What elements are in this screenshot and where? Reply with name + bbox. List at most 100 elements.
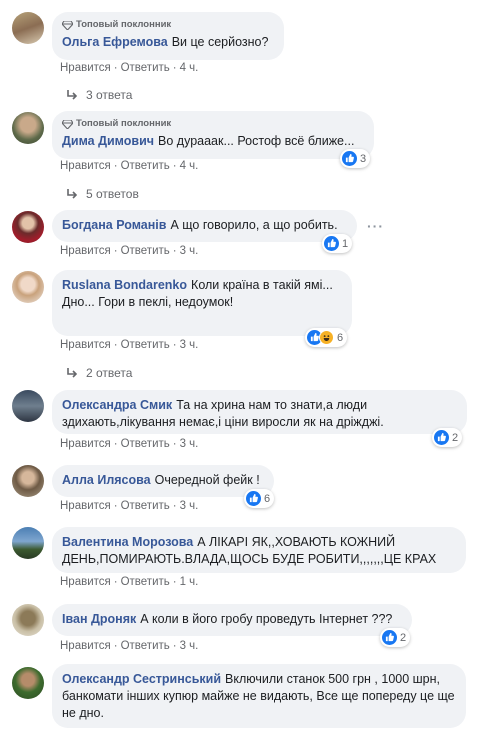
like-link[interactable]: Нравится <box>60 160 111 172</box>
like-icon <box>342 151 357 166</box>
separator: · <box>172 500 177 512</box>
comment-author[interactable]: Іван Дроняк <box>62 612 136 626</box>
like-link[interactable]: Нравится <box>60 438 111 450</box>
reply-link[interactable]: Ответить <box>121 62 170 74</box>
comment-actions: Нравится · Ответить · 3 ч. <box>60 500 198 512</box>
separator: · <box>172 245 177 257</box>
reaction-count[interactable]: 3 <box>340 149 371 168</box>
separator: · <box>113 160 118 172</box>
like-link[interactable]: Нравится <box>60 576 111 588</box>
comment-actions: Нравится · Ответить · 3 ч. <box>60 339 198 351</box>
avatar[interactable] <box>12 667 44 699</box>
reaction-count[interactable]: 2 <box>380 628 411 647</box>
comment-author[interactable]: Валентина Морозова <box>62 535 193 549</box>
like-icon <box>324 236 339 251</box>
reaction-number: 2 <box>452 431 459 444</box>
reaction-count[interactable]: 6 <box>305 328 348 347</box>
like-link[interactable]: Нравится <box>60 640 111 652</box>
avatar[interactable] <box>12 390 44 422</box>
reaction-count[interactable]: 2 <box>432 428 463 447</box>
comment-actions: Нравится · Ответить · 4 ч. <box>60 62 198 74</box>
view-replies-link[interactable]: 3 ответа <box>66 88 132 102</box>
comment-bubble: Топовый поклонник Ольга Ефремова Ви це се… <box>52 12 284 60</box>
comment-time[interactable]: 4 ч. <box>180 62 199 74</box>
like-link[interactable]: Нравится <box>60 339 111 351</box>
reply-link[interactable]: Ответить <box>121 576 170 588</box>
separator: · <box>172 640 177 652</box>
comment-author[interactable]: Алла Илясова <box>62 473 151 487</box>
comment-bubble: Топовый поклонник Дима Димович Во дурааак… <box>52 111 374 159</box>
reaction-number: 6 <box>264 492 271 505</box>
comment-actions: Нравится · Ответить · 3 ч. <box>60 438 198 450</box>
badge-label: Топовый поклонник <box>76 19 172 30</box>
avatar[interactable] <box>12 604 44 636</box>
comment-actions: Нравится · Ответить · 4 ч. <box>60 160 198 172</box>
avatar[interactable] <box>12 527 44 559</box>
diamond-icon <box>62 119 73 129</box>
avatar[interactable] <box>12 271 44 303</box>
comment-author[interactable]: Ruslana Bondarenko <box>62 278 187 292</box>
comment-author[interactable]: Ольга Ефремова <box>62 35 168 49</box>
reaction-count[interactable]: 6 <box>244 489 275 508</box>
reply-arrow-icon <box>67 90 78 100</box>
comment-author[interactable]: Олександра Смик <box>62 398 172 412</box>
separator: · <box>113 62 118 74</box>
top-fan-badge: Топовый поклонник <box>62 118 363 130</box>
comment-time[interactable]: 1 ч. <box>180 576 199 588</box>
reply-link[interactable]: Ответить <box>121 438 170 450</box>
comment-bubble: Богдана Романів А що говорило, а що робит… <box>52 210 357 242</box>
like-link[interactable]: Нравится <box>60 62 111 74</box>
haha-icon <box>319 330 334 345</box>
comment-time[interactable]: 3 ч. <box>180 339 199 351</box>
reply-arrow-icon <box>67 189 78 199</box>
separator: · <box>172 339 177 351</box>
like-link[interactable]: Нравится <box>60 245 111 257</box>
reaction-count[interactable]: 1 <box>322 234 353 253</box>
like-link[interactable]: Нравится <box>60 500 111 512</box>
comment-text: А що говорило, а що робить. <box>170 218 338 232</box>
comment-text: Очередной фейк ! <box>154 473 260 487</box>
reply-link[interactable]: Ответить <box>121 339 170 351</box>
replies-count: 2 ответа <box>86 366 133 380</box>
comment-time[interactable]: 3 ч. <box>180 245 199 257</box>
like-icon <box>246 491 261 506</box>
comment-text: Ви це серйозно? <box>171 35 269 49</box>
badge-label: Топовый поклонник <box>76 118 172 129</box>
more-options-icon[interactable]: ··· <box>367 218 384 234</box>
comment-actions: Нравится · Ответить · 3 ч. <box>60 640 198 652</box>
diamond-icon <box>62 20 73 30</box>
reply-link[interactable]: Ответить <box>121 640 170 652</box>
like-icon <box>434 430 449 445</box>
comment-bubble: Іван Дроняк А коли в його гробу проведуть… <box>52 604 412 636</box>
view-replies-link[interactable]: 2 ответа <box>66 366 132 380</box>
separator: · <box>113 245 118 257</box>
avatar[interactable] <box>12 465 44 497</box>
reply-arrow-icon <box>67 368 78 378</box>
comment-author[interactable]: Дима Димович <box>62 134 154 148</box>
comment-time[interactable]: 3 ч. <box>180 640 199 652</box>
reaction-number: 6 <box>337 331 344 344</box>
like-icon <box>382 630 397 645</box>
separator: · <box>113 339 118 351</box>
avatar[interactable] <box>12 12 44 44</box>
avatar[interactable] <box>12 211 44 243</box>
comment-bubble: Олександра Смик Та на хрина нам то знати,… <box>52 390 467 434</box>
comment-author[interactable]: Богдана Романів <box>62 218 166 232</box>
view-replies-link[interactable]: 5 ответов <box>66 187 139 201</box>
comment-time[interactable]: 4 ч. <box>180 160 199 172</box>
reply-link[interactable]: Ответить <box>121 500 170 512</box>
separator: · <box>172 160 177 172</box>
separator: · <box>113 640 118 652</box>
comment-time[interactable]: 3 ч. <box>180 500 199 512</box>
comment-text: Во дурааак... Ростоф всё ближе... <box>158 134 355 148</box>
reaction-number: 1 <box>342 237 349 250</box>
reply-link[interactable]: Ответить <box>121 160 170 172</box>
replies-count: 3 ответа <box>86 88 133 102</box>
comment-time[interactable]: 3 ч. <box>180 438 199 450</box>
comment-bubble: Олександр Сестринський Включили станок 50… <box>52 664 466 728</box>
reaction-number: 3 <box>360 152 367 165</box>
reply-link[interactable]: Ответить <box>121 245 170 257</box>
comment-bubble: Алла Илясова Очередной фейк ! <box>52 465 274 497</box>
avatar[interactable] <box>12 112 44 144</box>
comment-author[interactable]: Олександр Сестринський <box>62 672 221 686</box>
